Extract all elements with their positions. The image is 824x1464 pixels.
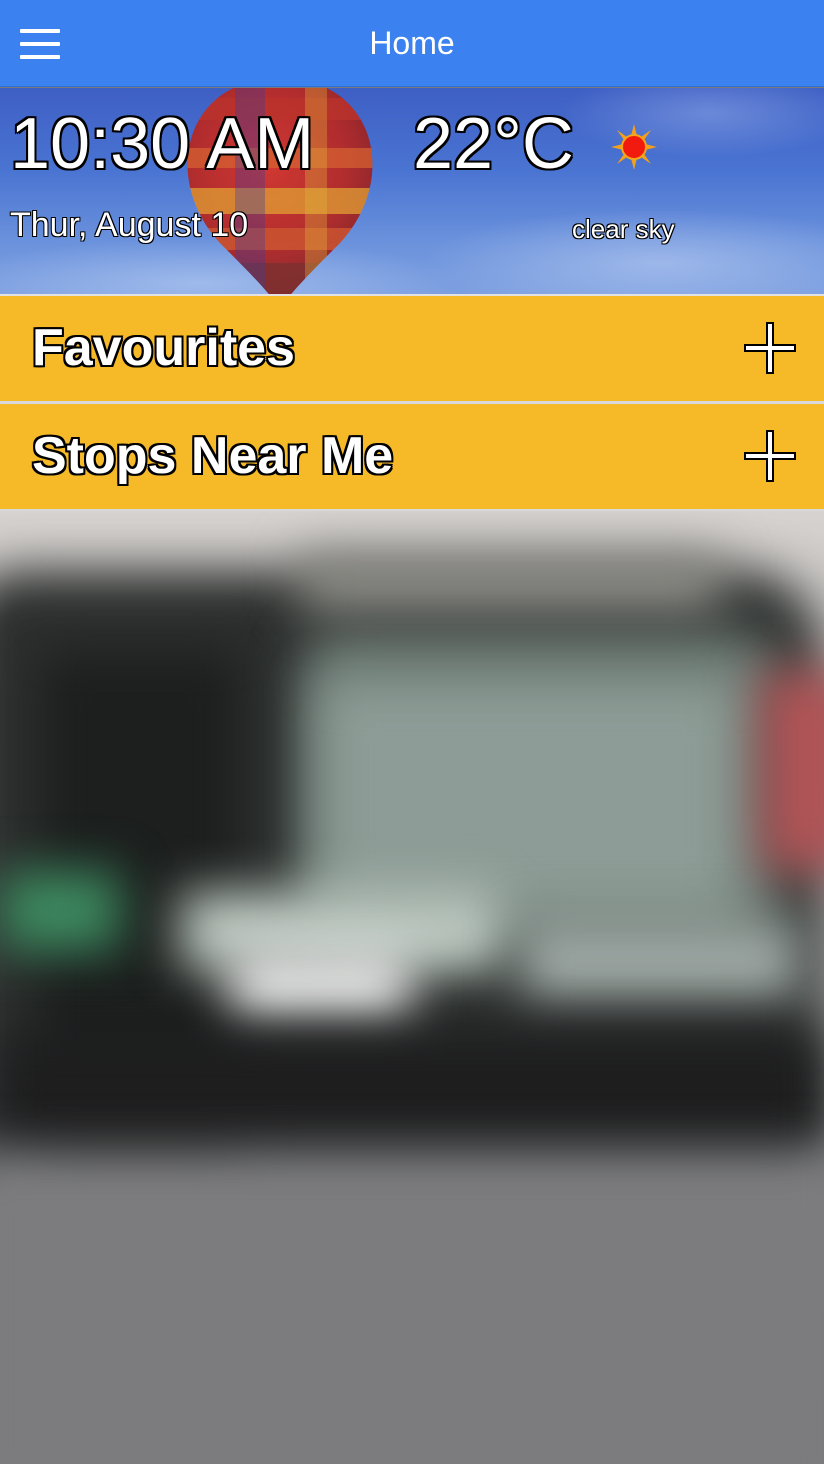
plus-icon[interactable] xyxy=(744,322,796,374)
weather-condition: clear sky xyxy=(572,214,675,244)
favourites-section[interactable]: Favourites xyxy=(0,296,824,401)
sun-icon xyxy=(611,124,657,170)
current-date: Thur, August 10 xyxy=(10,206,249,244)
current-time: 10:30 AM xyxy=(10,104,315,184)
page-title: Home xyxy=(369,25,455,61)
temperature: 22°C xyxy=(413,104,574,184)
weather-banner: 10:30 AM 22°C Thur, August 10 clear sky xyxy=(0,88,824,294)
stops-near-me-section[interactable]: Stops Near Me xyxy=(0,404,824,509)
plus-icon[interactable] xyxy=(744,430,796,482)
section-label: Favourites xyxy=(32,319,295,377)
app-header: Home xyxy=(0,0,824,87)
section-label: Stops Near Me xyxy=(32,427,394,485)
blurred-bus-background xyxy=(0,511,824,1464)
